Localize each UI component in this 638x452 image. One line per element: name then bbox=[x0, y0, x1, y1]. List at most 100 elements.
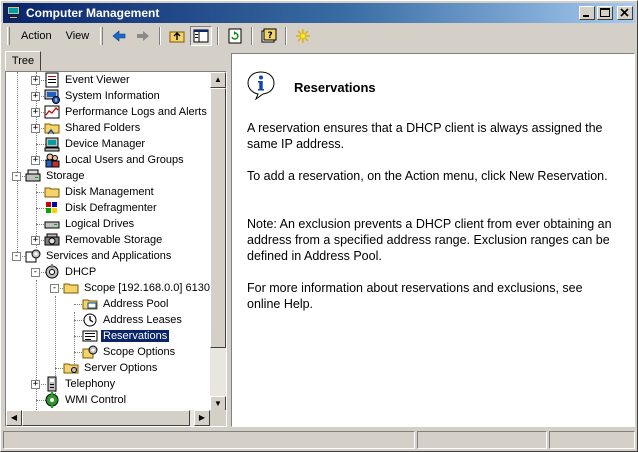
refresh-icon bbox=[228, 28, 242, 44]
local-users-icon bbox=[44, 152, 60, 168]
tree-node-label: System Information bbox=[65, 90, 160, 102]
horizontal-scroll-thumb[interactable] bbox=[22, 410, 190, 426]
menu-toolbar: Action View ? bbox=[3, 25, 635, 47]
event-viewer-icon bbox=[44, 72, 60, 88]
tree-node[interactable]: DHCP bbox=[44, 264, 98, 280]
tree-node-label: Services and Applications bbox=[46, 250, 172, 262]
minimize-icon bbox=[583, 15, 589, 17]
menu-action[interactable]: Action bbox=[14, 28, 59, 44]
device-manager-icon bbox=[44, 136, 60, 152]
back-button[interactable] bbox=[108, 26, 130, 46]
tree-node[interactable]: Disk Management bbox=[44, 184, 156, 200]
tree-node-label: WMI Control bbox=[65, 394, 127, 406]
tree-connector-line bbox=[36, 280, 37, 412]
computer-management-window: Computer Management Action View ? Tree +… bbox=[0, 0, 638, 452]
up-one-level-button[interactable] bbox=[166, 26, 188, 46]
disk-defragmenter-icon bbox=[44, 200, 60, 216]
title-bar[interactable]: Computer Management bbox=[3, 3, 635, 23]
tree-node[interactable]: Scope [192.168.0.0] 6130 bbox=[63, 280, 210, 296]
collapse-button[interactable]: - bbox=[50, 284, 59, 293]
detail-paragraph-4: For more information about reservations … bbox=[247, 281, 583, 311]
toolbar-grip bbox=[7, 27, 10, 45]
close-icon bbox=[620, 8, 629, 17]
tree-node-label: Storage bbox=[46, 170, 85, 182]
tree-node[interactable]: Scope Options bbox=[82, 344, 177, 360]
help-button[interactable]: ? bbox=[258, 26, 280, 46]
minimize-button[interactable] bbox=[579, 6, 595, 20]
toolbar-grip-2 bbox=[100, 27, 104, 45]
close-button[interactable] bbox=[617, 6, 633, 20]
collapse-button[interactable]: - bbox=[31, 268, 40, 277]
status-panel-2 bbox=[417, 431, 547, 449]
tree-node[interactable]: Server Options bbox=[63, 360, 159, 376]
tree-node-label: Reservations bbox=[99, 329, 171, 343]
maximize-icon bbox=[600, 8, 610, 17]
scroll-up-button[interactable]: ▲ bbox=[210, 72, 226, 88]
expand-button[interactable]: + bbox=[31, 108, 40, 117]
tree-node[interactable]: Shared Folders bbox=[44, 120, 142, 136]
menu-view-label: View bbox=[65, 30, 90, 42]
scroll-right-button[interactable]: ▶ bbox=[194, 410, 210, 426]
tree-node[interactable]: Reservations bbox=[82, 328, 171, 344]
tree-node[interactable]: Address Leases bbox=[82, 312, 184, 328]
horizontal-scrollbar[interactable]: ◀ ▶ bbox=[6, 410, 210, 426]
show-hide-tree-button[interactable] bbox=[190, 26, 213, 46]
expand-button[interactable]: + bbox=[31, 124, 40, 133]
tree-node[interactable]: Performance Logs and Alerts bbox=[44, 104, 209, 120]
tree-node-label: Address Leases bbox=[103, 314, 182, 326]
window-title: Computer Management bbox=[26, 6, 160, 20]
tree-node-label: Address Pool bbox=[103, 298, 169, 310]
reservations-icon bbox=[82, 328, 98, 344]
expand-button[interactable]: + bbox=[31, 236, 40, 245]
scroll-left-button[interactable]: ◀ bbox=[6, 410, 22, 426]
collapse-button[interactable]: - bbox=[12, 252, 21, 261]
vertical-scroll-thumb[interactable] bbox=[210, 88, 226, 348]
expand-button[interactable]: + bbox=[31, 156, 40, 165]
refresh-button[interactable] bbox=[224, 26, 246, 46]
tree-node[interactable]: Disk Defragmenter bbox=[44, 200, 159, 216]
tree-node-label: Disk Defragmenter bbox=[65, 202, 157, 214]
expand-button[interactable]: + bbox=[31, 380, 40, 389]
storage-icon bbox=[25, 168, 41, 184]
performance-logs-icon bbox=[44, 104, 60, 120]
tree-node[interactable]: Device Manager bbox=[44, 136, 147, 152]
forward-arrow-icon bbox=[137, 31, 150, 41]
tree-pane: + Event Viewer + System Information + Perform… bbox=[5, 71, 227, 427]
folder-icon bbox=[63, 280, 79, 296]
new-item-button[interactable] bbox=[292, 26, 314, 46]
collapse-button[interactable]: - bbox=[12, 172, 21, 181]
toolbar-separator bbox=[159, 27, 162, 45]
expand-button[interactable]: + bbox=[31, 92, 40, 101]
computer-icon bbox=[6, 6, 22, 20]
tree-node-label: Local Users and Groups bbox=[65, 154, 184, 166]
expand-button[interactable]: + bbox=[31, 76, 40, 85]
status-panel-main bbox=[3, 431, 415, 449]
tree-node[interactable]: Address Pool bbox=[82, 296, 170, 312]
system-information-icon bbox=[44, 88, 60, 104]
tree-node[interactable]: Telephony bbox=[44, 376, 117, 392]
address-leases-icon bbox=[82, 312, 98, 328]
tree-node[interactable]: Local Users and Groups bbox=[44, 152, 186, 168]
svg-text:?: ? bbox=[268, 31, 273, 41]
detail-paragraph-3: Note: An exclusion prevents a DHCP clien… bbox=[247, 217, 612, 263]
show-hide-tree-icon bbox=[193, 29, 209, 43]
tree-node[interactable]: System Information bbox=[44, 88, 162, 104]
tree-node[interactable]: Removable Storage bbox=[44, 232, 164, 248]
tree-view[interactable]: + Event Viewer + System Information + Perform… bbox=[6, 72, 210, 412]
toolbar-separator-4 bbox=[285, 27, 288, 45]
tree-node-label: Shared Folders bbox=[65, 122, 141, 134]
tree-node-label: Device Manager bbox=[65, 138, 146, 150]
tree-node[interactable]: Event Viewer bbox=[44, 72, 132, 88]
tree-node[interactable]: Services and Applications bbox=[25, 248, 173, 264]
vertical-scrollbar[interactable]: ▲ ▼ bbox=[210, 72, 226, 412]
tree-node[interactable]: WMI Control bbox=[44, 392, 128, 408]
menu-view[interactable]: View bbox=[59, 28, 97, 44]
tree-node[interactable]: Storage bbox=[25, 168, 87, 184]
tab-tree[interactable]: Tree bbox=[5, 51, 41, 71]
up-folder-icon bbox=[169, 31, 185, 43]
tree-node-label: Telephony bbox=[65, 378, 116, 390]
telephony-icon bbox=[44, 376, 60, 392]
maximize-button[interactable] bbox=[597, 6, 613, 20]
forward-button[interactable] bbox=[132, 26, 154, 46]
tree-node[interactable]: Logical Drives bbox=[44, 216, 136, 232]
